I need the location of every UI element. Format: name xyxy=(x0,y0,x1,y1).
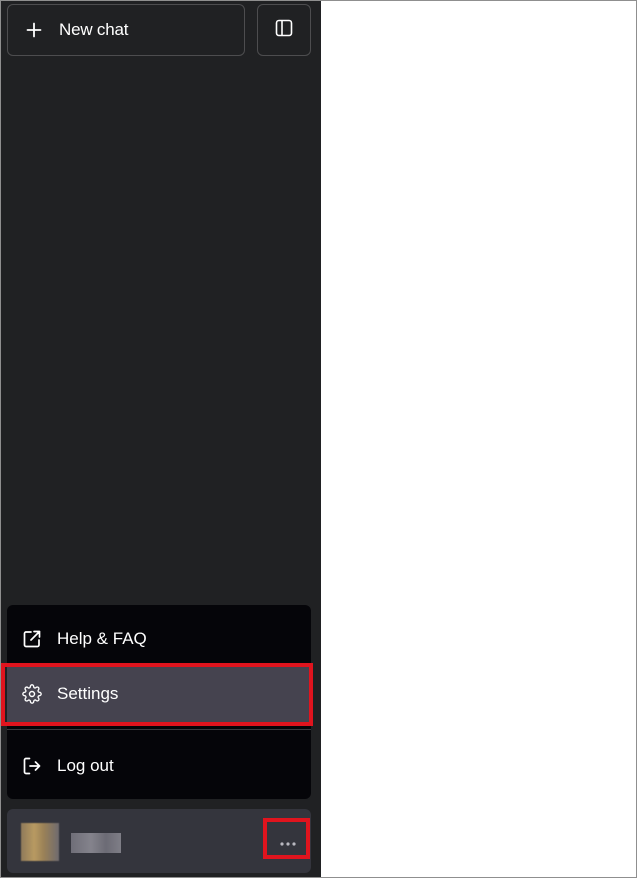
user-name-blurred xyxy=(71,833,121,853)
avatar xyxy=(21,823,59,861)
new-chat-label: New chat xyxy=(59,20,129,39)
plus-icon xyxy=(25,21,43,39)
toggle-sidebar-button[interactable] xyxy=(257,4,311,56)
ellipsis-icon xyxy=(279,834,297,852)
new-chat-button[interactable]: New chat xyxy=(7,4,245,56)
more-options-button[interactable] xyxy=(269,831,307,855)
menu-item-label: Log out xyxy=(57,756,114,775)
gear-icon xyxy=(22,684,42,704)
account-menu: Help & FAQ Settings Log out xyxy=(7,605,311,799)
external-link-icon xyxy=(22,629,42,649)
menu-item-help-faq[interactable]: Help & FAQ xyxy=(7,611,311,667)
sidebar: New chat Help & FAQ Settings Log out xyxy=(1,1,321,877)
menu-item-label: Help & FAQ xyxy=(57,629,147,648)
menu-item-settings[interactable]: Settings xyxy=(7,666,311,722)
menu-item-log-out[interactable]: Log out xyxy=(7,738,311,794)
user-account-row[interactable] xyxy=(7,809,311,873)
sidebar-toggle-icon xyxy=(275,19,293,42)
menu-divider xyxy=(7,729,311,730)
logout-icon xyxy=(22,756,42,776)
menu-item-label: Settings xyxy=(57,684,119,703)
